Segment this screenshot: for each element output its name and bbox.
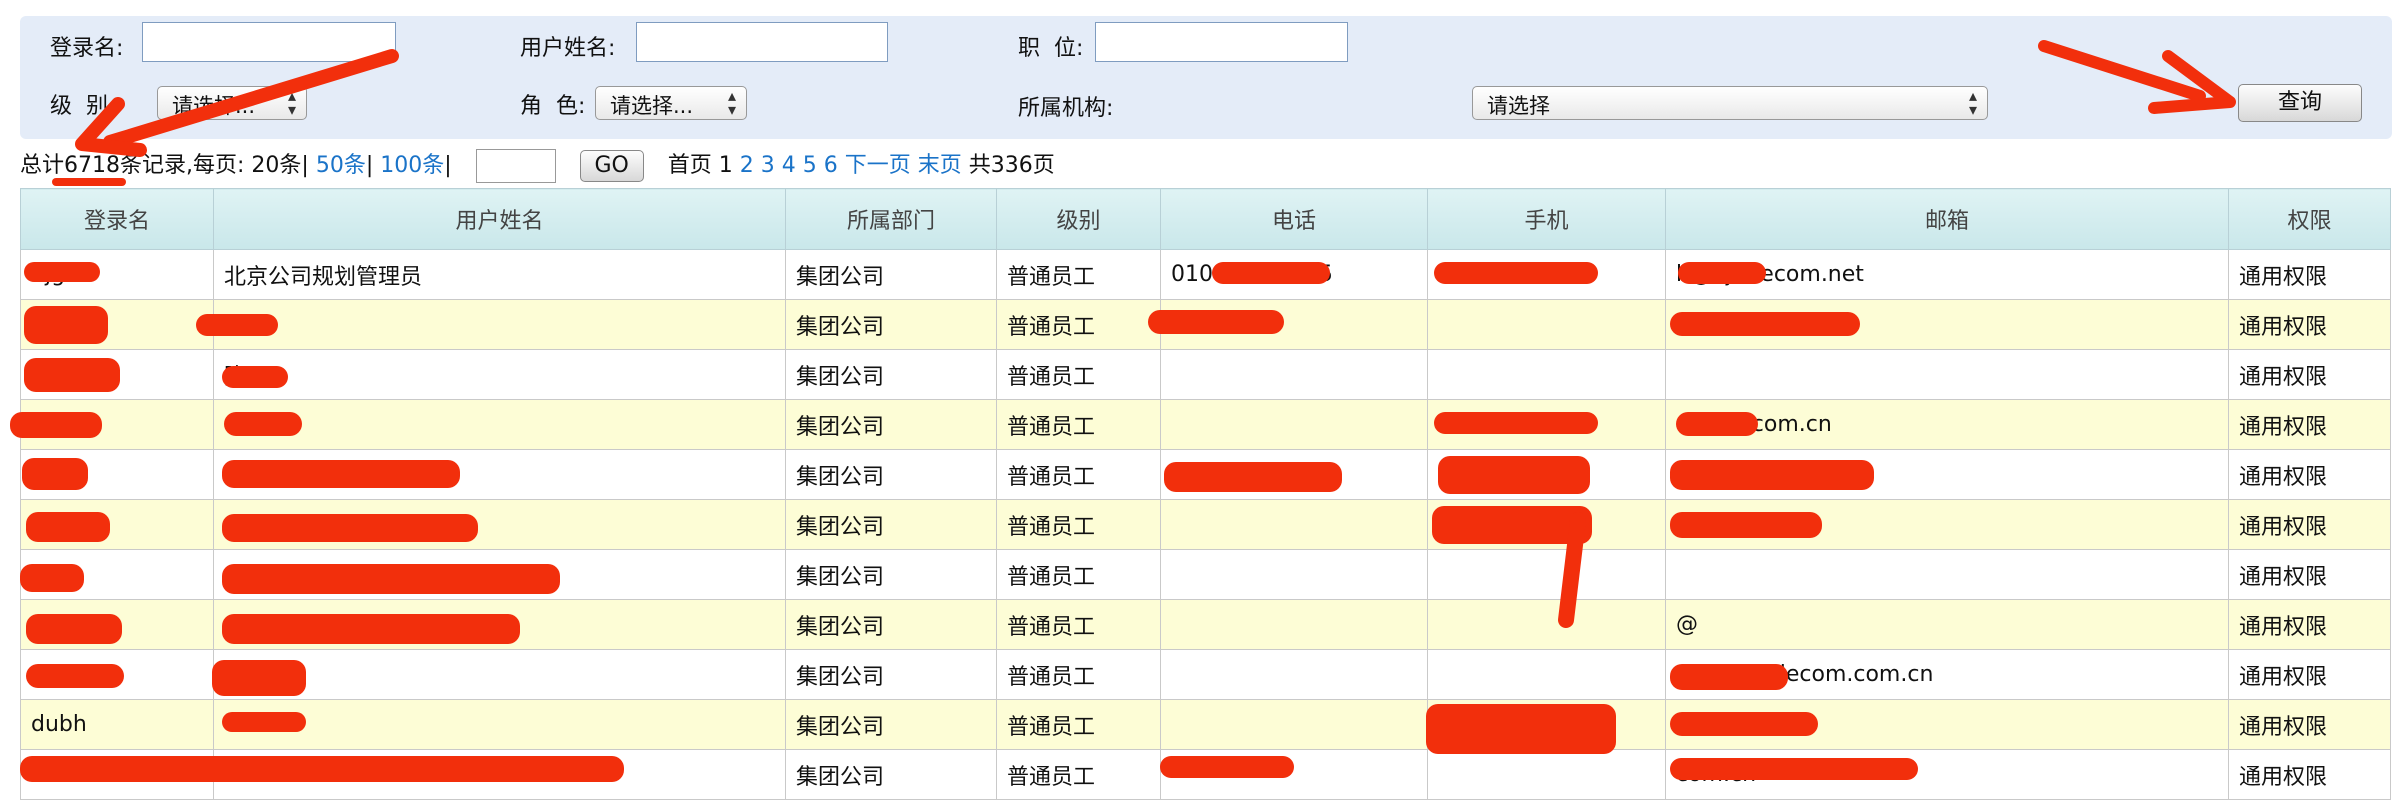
- arrow-annotation: [75, 97, 147, 157]
- arrow-annotation: [2038, 40, 2206, 102]
- arrow-annotation: [1558, 512, 1586, 628]
- arrow-annotation: [103, 49, 399, 149]
- annotation-arrows: [52, 40, 2236, 628]
